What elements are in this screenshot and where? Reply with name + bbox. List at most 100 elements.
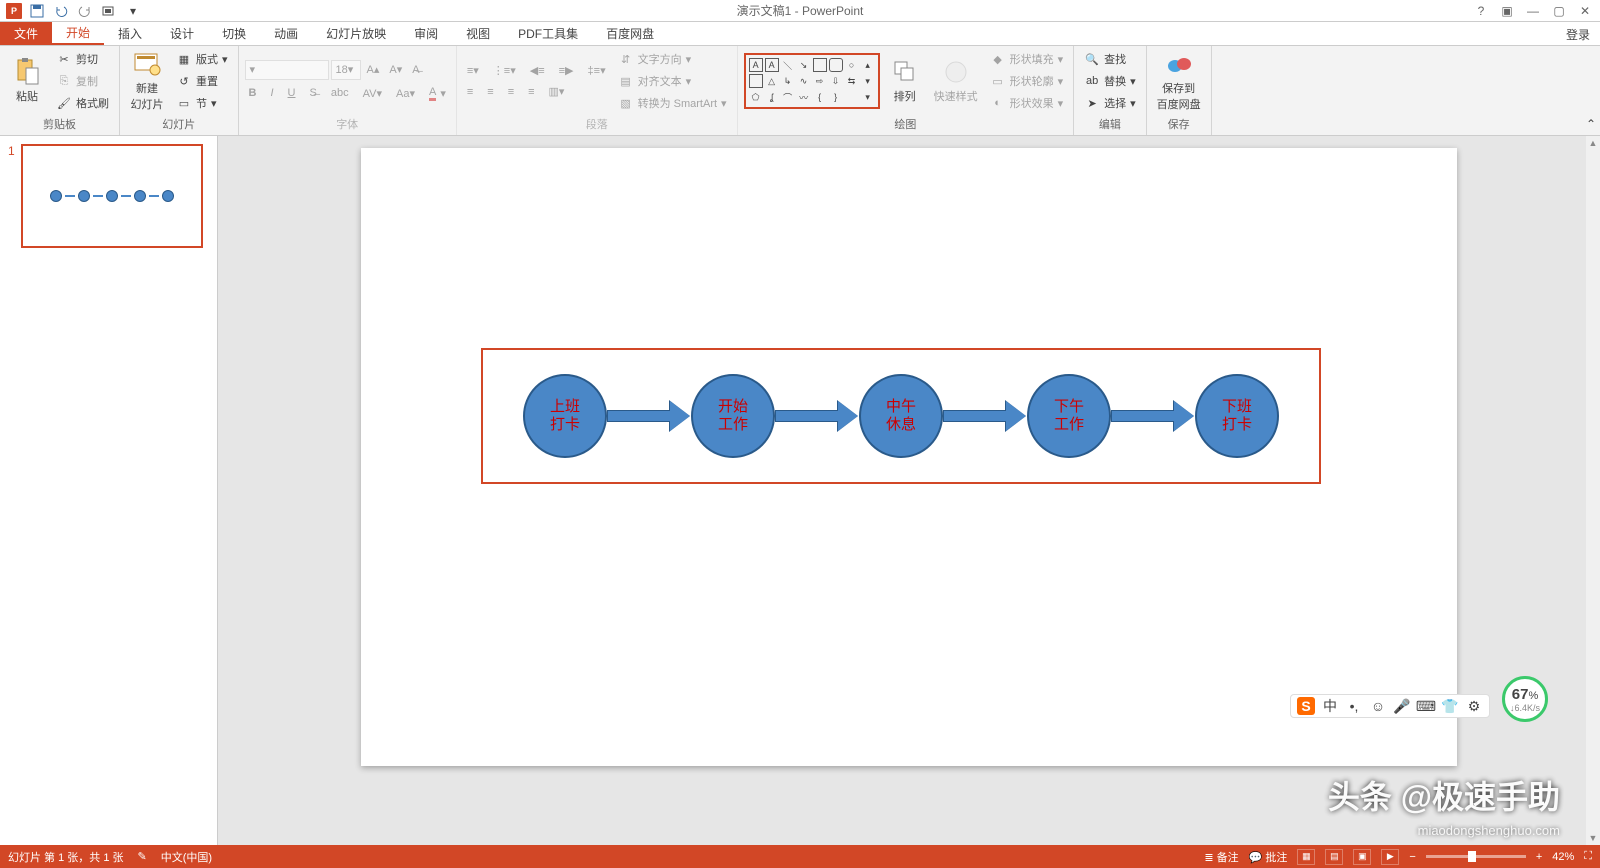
section-button[interactable]: ▭节 ▾ <box>172 93 232 113</box>
scroll-up-icon[interactable]: ▲ <box>1586 136 1600 150</box>
tab-baidu[interactable]: 百度网盘 <box>592 22 668 45</box>
paste-button[interactable]: 粘贴 <box>6 56 48 106</box>
find-button[interactable]: 🔍查找 <box>1080 49 1140 69</box>
login-link[interactable]: 登录 <box>1566 26 1590 43</box>
gallery-up-icon[interactable]: ▴ <box>861 58 875 72</box>
shape-brace-l-icon[interactable]: { <box>813 90 827 104</box>
vertical-scrollbar[interactable]: ▲ ▼ <box>1586 136 1600 845</box>
minimize-icon[interactable]: — <box>1522 2 1544 20</box>
shape-scribble-icon[interactable]: ʆ <box>765 90 779 104</box>
zoom-thumb[interactable] <box>1468 851 1476 862</box>
save-to-baidu-button[interactable]: 保存到 百度网盘 <box>1153 48 1205 114</box>
smartart-button[interactable]: ▧转换为 SmartArt ▾ <box>614 93 731 113</box>
shape-textbox-v-icon[interactable]: A <box>765 58 779 72</box>
tab-design[interactable]: 设计 <box>156 22 208 45</box>
tab-slideshow[interactable]: 幻灯片放映 <box>312 22 400 45</box>
fit-window-icon[interactable]: ⛶ <box>1584 850 1592 863</box>
flow-node-1[interactable]: 上班 打卡 <box>523 374 607 458</box>
shape-double-icon[interactable]: ⇆ <box>845 74 859 88</box>
align-center-button[interactable]: ≡ <box>483 83 497 100</box>
tab-pdf[interactable]: PDF工具集 <box>504 22 592 45</box>
align-text-button[interactable]: ▤对齐文本 ▾ <box>614 71 731 91</box>
shape-outline-button[interactable]: ▭形状轮廓 ▾ <box>986 71 1068 91</box>
tab-view[interactable]: 视图 <box>452 22 504 45</box>
qat-dropdown-icon[interactable]: ▾ <box>124 2 142 20</box>
shape-down-arrow-icon[interactable]: ⇩ <box>829 74 843 88</box>
flow-arrow-1[interactable] <box>607 404 691 428</box>
notes-button[interactable]: ≣ 备注 <box>1204 849 1238 865</box>
redo-icon[interactable] <box>76 2 94 20</box>
help-icon[interactable]: ? <box>1470 2 1492 20</box>
shape-line-icon[interactable]: ＼ <box>781 58 795 72</box>
select-button[interactable]: ➤选择 ▾ <box>1080 93 1140 113</box>
increase-font-button[interactable]: A▴ <box>363 60 384 80</box>
underline-button[interactable]: U <box>284 84 300 103</box>
tab-insert[interactable]: 插入 <box>104 22 156 45</box>
decrease-indent-button[interactable]: ◀≡ <box>526 62 549 79</box>
tab-file[interactable]: 文件 <box>0 22 52 45</box>
sorter-view-icon[interactable]: ▤ <box>1325 849 1343 865</box>
new-slide-button[interactable]: 新建 幻灯片 <box>126 48 168 114</box>
increase-indent-button[interactable]: ≡▶ <box>555 62 578 79</box>
shadow-button[interactable]: abc <box>327 84 353 103</box>
align-right-button[interactable]: ≡ <box>504 83 518 100</box>
layout-button[interactable]: ▦版式 ▾ <box>172 49 232 69</box>
undo-icon[interactable] <box>52 2 70 20</box>
gallery-more-icon[interactable]: ▾ <box>861 90 875 104</box>
language-indicator[interactable]: 中文(中国) <box>161 849 212 865</box>
cut-button[interactable]: ✂剪切 <box>52 49 113 69</box>
flowchart-selection[interactable]: 上班 打卡 开始 工作 中午 休息 下午 工作 下班 打卡 <box>481 348 1321 484</box>
zoom-level[interactable]: 42% <box>1552 851 1574 863</box>
tab-home[interactable]: 开始 <box>52 22 104 45</box>
shape-effects-button[interactable]: ◐形状效果 ▾ <box>986 93 1068 113</box>
slide-thumbnail[interactable]: 1 <box>8 144 209 248</box>
strike-button[interactable]: S̶ <box>306 84 321 103</box>
decrease-font-button[interactable]: A▾ <box>385 60 406 80</box>
slide-panel[interactable]: 1 <box>0 136 218 845</box>
shape-right-arrow-icon[interactable]: ⇨ <box>813 74 827 88</box>
shape-square-icon[interactable] <box>749 74 763 88</box>
close-icon[interactable]: ✕ <box>1574 2 1596 20</box>
ime-toolbar[interactable]: S 中 •, ☺ 🎤 ⌨ 👕 ⚙ <box>1290 694 1490 718</box>
ribbon-display-icon[interactable]: ▣ <box>1496 2 1518 20</box>
copy-button[interactable]: ⎘复制 <box>52 71 113 91</box>
save-icon[interactable] <box>28 2 46 20</box>
shape-arrow-line-icon[interactable]: ↘ <box>797 58 811 72</box>
shape-wave-icon[interactable]: 〰 <box>797 90 811 104</box>
quick-styles-button[interactable]: 快速样式 <box>930 56 982 106</box>
tab-transitions[interactable]: 切换 <box>208 22 260 45</box>
flow-node-5[interactable]: 下班 打卡 <box>1195 374 1279 458</box>
ime-settings-icon[interactable]: ⚙ <box>1465 697 1483 715</box>
arrange-button[interactable]: 排列 <box>884 56 926 106</box>
font-size-combo[interactable]: 18 ▾ <box>331 60 361 80</box>
zoom-slider[interactable] <box>1426 855 1526 858</box>
zoom-in-icon[interactable]: + <box>1536 851 1542 863</box>
line-spacing-button[interactable]: ‡≡▾ <box>584 62 610 79</box>
italic-button[interactable]: I <box>266 84 277 103</box>
zoom-out-icon[interactable]: − <box>1409 851 1415 863</box>
ime-keyboard-icon[interactable]: ⌨ <box>1417 697 1435 715</box>
shape-freeform-icon[interactable]: ⬠ <box>749 90 763 104</box>
bullets-button[interactable]: ≡▾ <box>463 62 483 79</box>
shape-rounded-icon[interactable] <box>829 58 843 72</box>
ime-lang-icon[interactable]: 中 <box>1321 697 1339 715</box>
shape-connector-icon[interactable]: ↳ <box>781 74 795 88</box>
flow-arrow-3[interactable] <box>943 404 1027 428</box>
maximize-icon[interactable]: ▢ <box>1548 2 1570 20</box>
tab-review[interactable]: 审阅 <box>400 22 452 45</box>
columns-button[interactable]: ▥▾ <box>545 83 569 100</box>
shape-rect-icon[interactable] <box>813 58 827 72</box>
ime-emoji-icon[interactable]: ☺ <box>1369 697 1387 715</box>
shape-brace-r-icon[interactable]: } <box>829 90 843 104</box>
flow-node-4[interactable]: 下午 工作 <box>1027 374 1111 458</box>
justify-button[interactable]: ≡ <box>524 83 538 100</box>
ime-skin-icon[interactable]: 👕 <box>1441 697 1459 715</box>
comments-button[interactable]: 💬 批注 <box>1249 849 1288 865</box>
shape-arc-icon[interactable]: ⌒ <box>781 90 795 104</box>
speed-badge[interactable]: 67% ↓6.4K/s <box>1502 676 1548 722</box>
shape-curve-icon[interactable]: ∿ <box>797 74 811 88</box>
shape-oval-icon[interactable]: ○ <box>845 58 859 72</box>
scroll-down-icon[interactable]: ▼ <box>1586 831 1600 845</box>
shape-textbox-icon[interactable]: A <box>749 58 763 72</box>
flow-arrow-4[interactable] <box>1111 404 1195 428</box>
